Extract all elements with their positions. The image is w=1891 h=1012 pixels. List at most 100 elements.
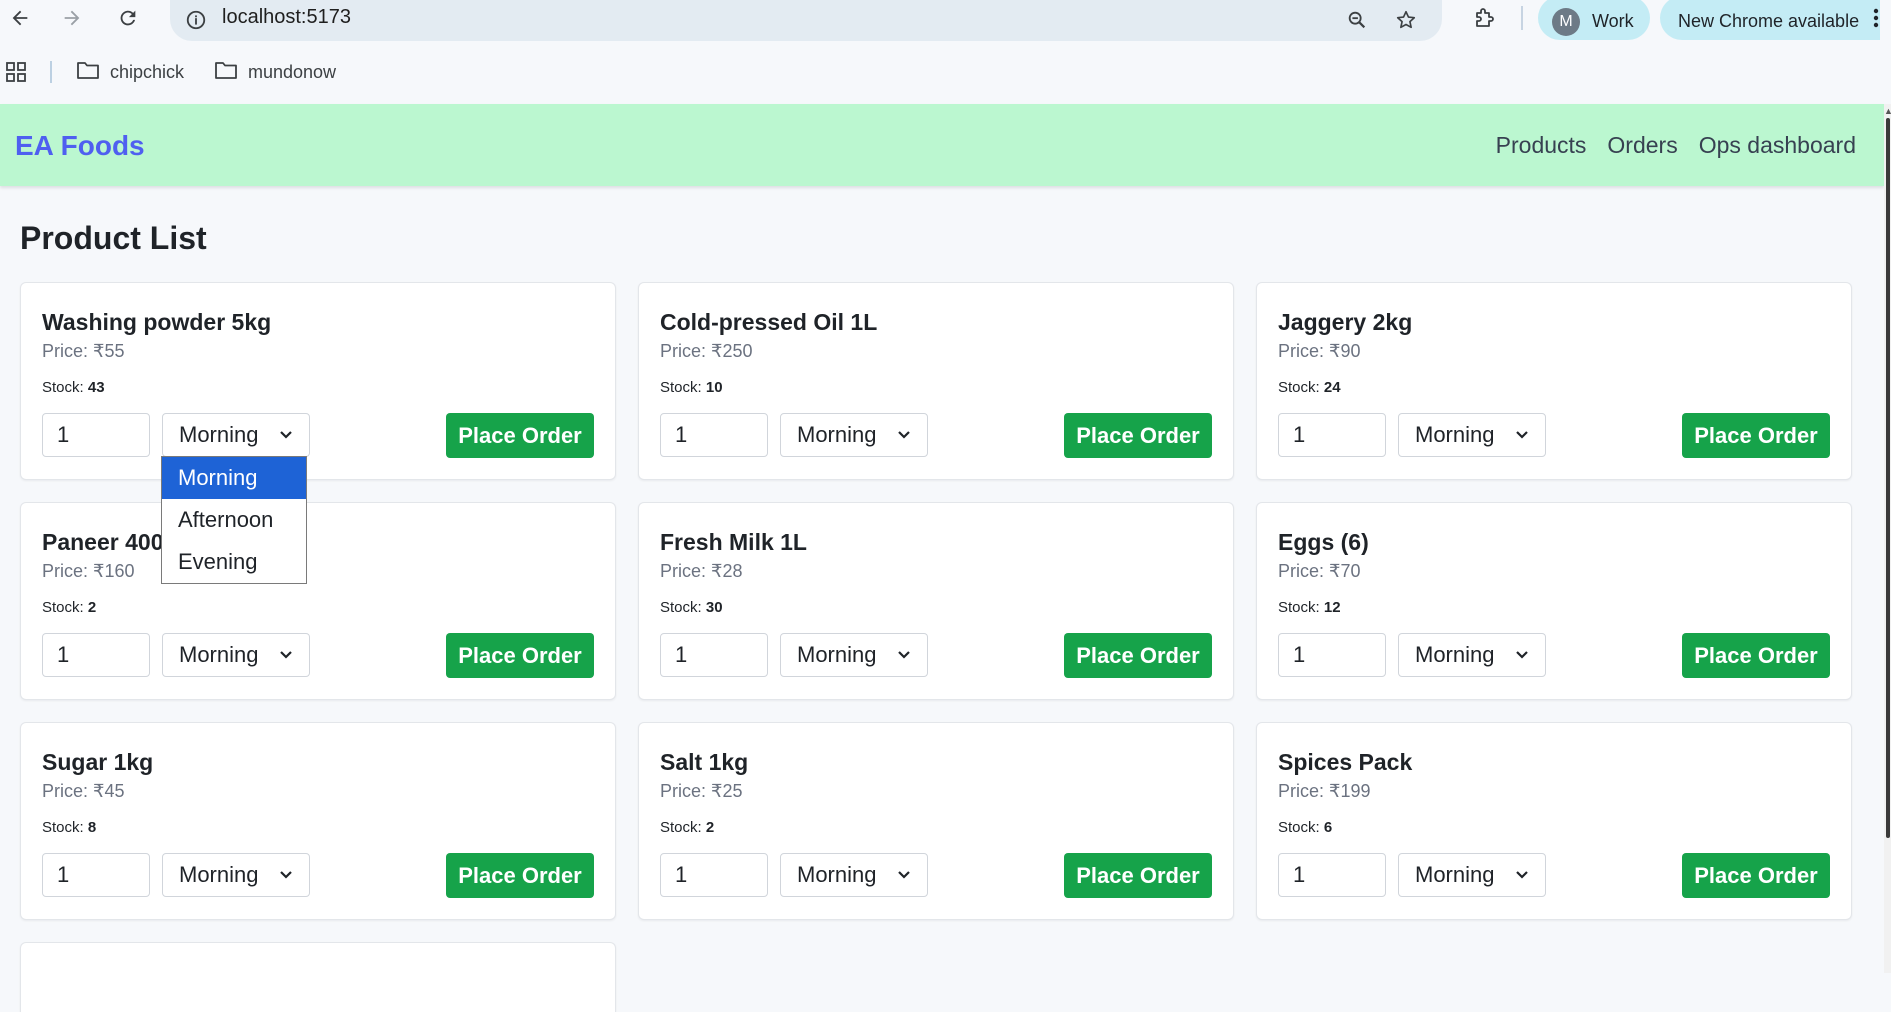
bookmark-chipchick[interactable]: chipchick bbox=[76, 59, 184, 85]
nav-products[interactable]: Products bbox=[1496, 132, 1587, 159]
bookmark-mundonow[interactable]: mundonow bbox=[214, 59, 336, 85]
quantity-input[interactable] bbox=[1278, 853, 1386, 897]
delivery-slot-select[interactable]: Morning bbox=[780, 633, 928, 677]
url-text[interactable]: localhost:5173 bbox=[222, 6, 351, 29]
price-label: Price: bbox=[1278, 781, 1330, 801]
nav-orders[interactable]: Orders bbox=[1607, 132, 1677, 159]
nav-ops-dashboard[interactable]: Ops dashboard bbox=[1699, 132, 1856, 159]
delivery-slot-select[interactable]: Morning bbox=[1398, 633, 1546, 677]
stock-value: 12 bbox=[1323, 599, 1341, 616]
delivery-slot-select[interactable]: Morning bbox=[162, 413, 310, 457]
toolbar-divider bbox=[1521, 6, 1523, 30]
product-stock: Stock: 2 bbox=[42, 599, 96, 616]
slot-value: Morning bbox=[179, 642, 259, 667]
product-card: Eggs (6) Price: ₹70 Stock: 12 Morning Place … bbox=[1256, 502, 1852, 700]
quantity-input[interactable] bbox=[42, 853, 150, 897]
stock-label: Stock: bbox=[660, 599, 706, 616]
slot-value: Morning bbox=[179, 862, 259, 887]
product-card: Sugar 1kg Price: ₹45 Stock: 8 Morning Place … bbox=[20, 722, 616, 920]
quantity-input[interactable] bbox=[42, 633, 150, 677]
quantity-input[interactable] bbox=[660, 413, 768, 457]
scroll-up-arrow[interactable]: ▲ bbox=[1884, 104, 1891, 118]
delivery-slot-select[interactable]: Morning bbox=[162, 633, 310, 677]
product-card: Paneer 400g Price: ₹160 Stock: 2 Morning Pla… bbox=[20, 502, 616, 700]
delivery-slot-select[interactable]: Morning bbox=[780, 853, 928, 897]
bookmark-star-icon[interactable] bbox=[1392, 6, 1420, 34]
slot-option-morning[interactable]: Morning bbox=[162, 457, 306, 499]
place-order-button[interactable]: Place Order bbox=[1682, 853, 1830, 898]
update-label: New Chrome available bbox=[1678, 11, 1860, 31]
site-info-icon[interactable] bbox=[182, 6, 210, 34]
product-grid: Washing powder 5kg Price: ₹55 Stock: 43 Mor… bbox=[20, 282, 1852, 1012]
product-stock: Stock: 2 bbox=[660, 819, 714, 836]
product-price: Price: ₹28 bbox=[660, 561, 743, 582]
slot-value: Morning bbox=[797, 642, 877, 667]
product-card bbox=[20, 942, 616, 1012]
product-stock: Stock: 43 bbox=[42, 379, 105, 396]
reload-icon[interactable] bbox=[114, 4, 142, 32]
price-label: Price: bbox=[42, 561, 94, 581]
profile-button[interactable]: M Work bbox=[1538, 0, 1650, 40]
product-name: Salt 1kg bbox=[660, 749, 749, 775]
chrome-update-button[interactable]: New Chrome available bbox=[1660, 0, 1880, 40]
forward-icon[interactable] bbox=[58, 4, 86, 32]
bookmark-label: chipchick bbox=[110, 61, 185, 82]
delivery-slot-select[interactable]: Morning bbox=[162, 853, 310, 897]
product-name: Jaggery 2kg bbox=[1278, 309, 1413, 335]
quantity-input[interactable] bbox=[660, 633, 768, 677]
back-icon[interactable] bbox=[6, 4, 34, 32]
slot-option-evening[interactable]: Evening bbox=[162, 541, 306, 583]
browser-toolbar: localhost:5173 M Work New Chrome availab… bbox=[0, 0, 1891, 41]
delivery-slot-select[interactable]: Morning bbox=[1398, 853, 1546, 897]
stock-value: 8 bbox=[87, 819, 97, 836]
address-bar[interactable]: localhost:5173 bbox=[170, 0, 1442, 41]
price-label: Price: bbox=[660, 781, 712, 801]
scrollbar-thumb[interactable] bbox=[1886, 118, 1890, 838]
stock-label: Stock: bbox=[42, 819, 88, 836]
place-order-button[interactable]: Place Order bbox=[1682, 633, 1830, 678]
place-order-button[interactable]: Place Order bbox=[1064, 633, 1212, 678]
place-order-button[interactable]: Place Order bbox=[1064, 853, 1212, 898]
browser-menu-icon[interactable] bbox=[1868, 4, 1884, 32]
product-price: Price: ₹55 bbox=[42, 341, 125, 362]
place-order-button[interactable]: Place Order bbox=[1064, 413, 1212, 458]
quantity-input[interactable] bbox=[1278, 633, 1386, 677]
place-order-button[interactable]: Place Order bbox=[1682, 413, 1830, 458]
slot-dropdown-menu[interactable]: Morning Afternoon Evening bbox=[161, 456, 307, 584]
chevron-down-icon bbox=[279, 650, 293, 660]
product-name: Spices Pack bbox=[1278, 749, 1413, 775]
chevron-down-icon bbox=[1515, 870, 1529, 880]
product-price: Price: ₹25 bbox=[660, 781, 743, 802]
product-name: Paneer 400g bbox=[42, 529, 178, 555]
delivery-slot-select[interactable]: Morning bbox=[780, 413, 928, 457]
product-card: Jaggery 2kg Price: ₹90 Stock: 24 Morning Pla… bbox=[1256, 282, 1852, 480]
place-order-button[interactable]: Place Order bbox=[446, 633, 594, 678]
slot-value: Morning bbox=[1415, 422, 1495, 447]
product-name: Eggs (6) bbox=[1278, 529, 1369, 555]
quantity-input[interactable] bbox=[1278, 413, 1386, 457]
apps-grid-icon[interactable] bbox=[5, 61, 27, 88]
delivery-slot-select[interactable]: Morning bbox=[1398, 413, 1546, 457]
page-title: Product List bbox=[20, 220, 207, 256]
extensions-icon[interactable] bbox=[1470, 4, 1498, 32]
chevron-down-icon bbox=[897, 870, 911, 880]
product-name: Sugar 1kg bbox=[42, 749, 154, 775]
quantity-input[interactable] bbox=[660, 853, 768, 897]
zoom-icon[interactable] bbox=[1343, 6, 1371, 34]
product-stock: Stock: 10 bbox=[660, 379, 723, 396]
slot-option-afternoon[interactable]: Afternoon bbox=[162, 499, 306, 541]
price-value: ₹199 bbox=[1329, 781, 1371, 801]
stock-value: 2 bbox=[87, 599, 97, 616]
quantity-input[interactable] bbox=[42, 413, 150, 457]
product-name: Cold-pressed Oil 1L bbox=[660, 309, 878, 335]
stock-value: 30 bbox=[705, 599, 723, 616]
brand-logo[interactable]: EA Foods bbox=[15, 130, 145, 162]
slot-value: Morning bbox=[797, 422, 877, 447]
place-order-button[interactable]: Place Order bbox=[446, 853, 594, 898]
bookmarks-divider bbox=[50, 61, 52, 83]
place-order-button[interactable]: Place Order bbox=[446, 413, 594, 458]
chevron-down-icon bbox=[279, 870, 293, 880]
chevron-down-icon bbox=[279, 430, 293, 440]
chevron-down-icon bbox=[1515, 430, 1529, 440]
price-label: Price: bbox=[1278, 561, 1330, 581]
